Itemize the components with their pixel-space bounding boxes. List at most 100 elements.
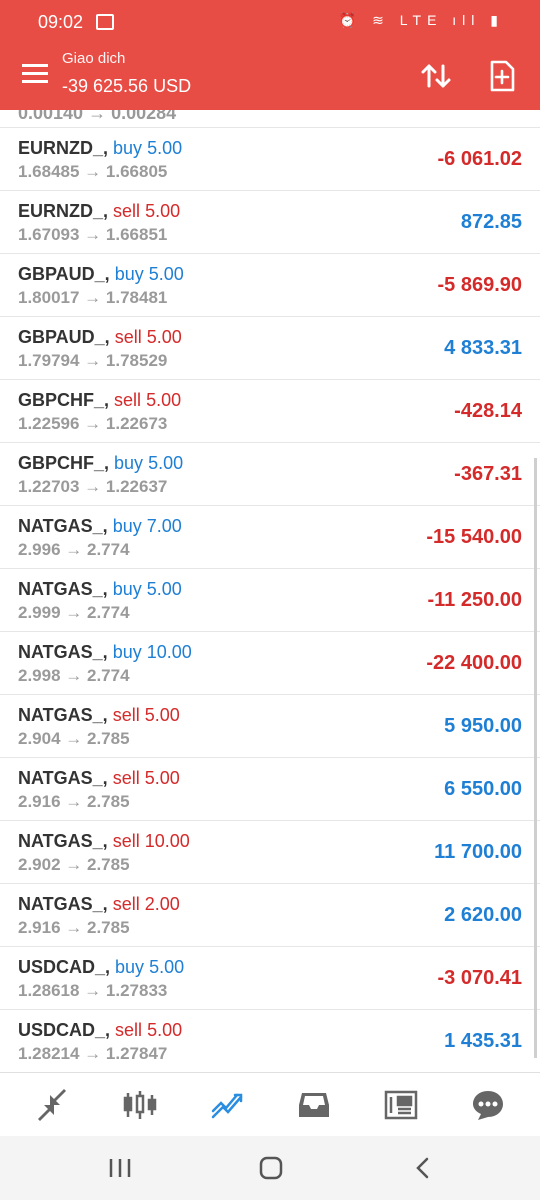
position-profit: -11 250.00 <box>427 589 522 611</box>
position-title: NATGAS_, sell 2.00 <box>18 894 180 915</box>
position-title: EURNZD_, sell 5.00 <box>18 201 180 222</box>
position-prices: 1.80017 → 1.78481 <box>18 288 168 307</box>
position-prices: 2.996 → 2.774 <box>18 540 130 559</box>
position-volume: 7.00 <box>146 516 182 536</box>
position-row[interactable]: NATGAS_, sell 10.00 2.902 → 2.785 11 700.0… <box>0 821 540 884</box>
position-prices: 2.902 → 2.785 <box>18 855 130 874</box>
positions-list[interactable]: 0.00140 → 0.00284 EURNZD_, buy 5.00 1.684… <box>0 110 540 1070</box>
position-side: sell <box>112 768 140 788</box>
position-title: NATGAS_, sell 5.00 <box>18 768 180 789</box>
position-profit: 872.85 <box>460 211 522 233</box>
position-profit: -428.14 <box>454 400 522 422</box>
position-title: NATGAS_, buy 5.00 <box>18 579 182 600</box>
back-icon[interactable] <box>410 1156 438 1180</box>
recent-apps-icon[interactable] <box>106 1156 134 1180</box>
position-row[interactable]: EURNZD_, sell 5.00 1.67093 → 1.66851 872.8… <box>0 191 540 254</box>
position-prices: 1.28618 → 1.27833 <box>18 981 168 1000</box>
bottom-nav <box>0 1072 540 1135</box>
home-icon[interactable] <box>257 1156 285 1180</box>
position-symbol: NATGAS_, <box>18 768 108 788</box>
position-row[interactable]: USDCAD_, sell 5.00 1.28214 → 1.27847 1 435… <box>0 1010 540 1070</box>
position-row[interactable]: GBPCHF_, sell 5.00 1.22596 → 1.22673 -428.… <box>0 380 540 443</box>
new-order-icon[interactable] <box>484 58 520 94</box>
position-side: sell <box>112 894 140 914</box>
position-volume: 5.00 <box>146 579 182 599</box>
status-icons: ⏰ ≋ LTE ıll ▮ <box>338 12 504 28</box>
position-row[interactable]: NATGAS_, buy 5.00 2.999 → 2.774 -11 250.00 <box>0 569 540 632</box>
position-volume: 5.00 <box>149 957 185 977</box>
balance-total: -39 625.56 USD <box>62 76 192 96</box>
position-symbol: GBPAUD_, <box>18 264 110 284</box>
position-prices: 1.22596 → 1.22673 <box>18 414 168 433</box>
position-side: sell <box>112 831 140 851</box>
position-volume: 5.00 <box>148 264 184 284</box>
position-row[interactable]: GBPAUD_, buy 5.00 1.80017 → 1.78481 -5 869… <box>0 254 540 317</box>
position-row[interactable]: EURNZD_, buy 5.00 1.68485 → 1.66805 -6 061… <box>0 128 540 191</box>
position-volume: 5.00 <box>144 705 180 725</box>
position-title: GBPAUD_, buy 5.00 <box>18 264 184 285</box>
position-row[interactable]: NATGAS_, buy 7.00 2.996 → 2.774 -15 540.00 <box>0 506 540 569</box>
position-profit: 1 435.31 <box>444 1030 522 1052</box>
scrollbar[interactable] <box>534 458 537 1058</box>
position-prices: 2.916 → 2.785 <box>18 792 130 811</box>
position-volume: 5.00 <box>148 453 184 473</box>
position-profit: 11 700.00 <box>434 841 522 863</box>
chat-icon[interactable] <box>470 1087 506 1123</box>
position-symbol: NATGAS_, <box>18 894 108 914</box>
position-symbol: NATGAS_, <box>18 579 108 599</box>
position-row[interactable]: NATGAS_, sell 5.00 2.916 → 2.785 6 550.00 <box>0 758 540 821</box>
position-row[interactable]: GBPAUD_, sell 5.00 1.79794 → 1.78529 4 833… <box>0 317 540 380</box>
position-side: buy <box>113 138 143 158</box>
position-side: buy <box>115 957 145 977</box>
position-volume: 2.00 <box>144 894 180 914</box>
position-title: NATGAS_, buy 10.00 <box>18 642 192 663</box>
position-volume: 5.00 <box>146 327 182 347</box>
position-symbol: GBPCHF_, <box>18 390 110 410</box>
position-volume: 5.00 <box>146 390 182 410</box>
arrows-icon[interactable] <box>34 1087 70 1123</box>
position-side: buy <box>112 579 142 599</box>
position-title: GBPCHF_, buy 5.00 <box>18 453 183 474</box>
position-prices: 1.68485 → 1.66805 <box>18 162 168 181</box>
page-title: Giao dich <box>62 50 126 67</box>
position-prices: 1.28214 → 1.27847 <box>18 1044 168 1063</box>
status-bar: 09:02 ⏰ ≋ LTE ıll ▮ <box>0 0 540 44</box>
position-row[interactable]: USDCAD_, buy 5.00 1.28618 → 1.27833 -3 070… <box>0 947 540 1010</box>
position-row[interactable]: NATGAS_, sell 2.00 2.916 → 2.785 2 620.00 <box>0 884 540 947</box>
position-row[interactable]: GBPCHF_, buy 5.00 1.22703 → 1.22637 -367.3… <box>0 443 540 506</box>
position-profit: -3 070.41 <box>437 967 522 989</box>
menu-icon[interactable] <box>22 64 48 84</box>
candlestick-icon[interactable] <box>122 1087 158 1123</box>
position-volume: 5.00 <box>147 1020 183 1040</box>
position-side: sell <box>114 390 142 410</box>
position-profit: -6 061.02 <box>437 148 522 170</box>
position-symbol: GBPAUD_, <box>18 327 110 347</box>
position-symbol: EURNZD_, <box>18 201 109 221</box>
position-volume: 10.00 <box>146 642 192 662</box>
position-profit: 6 550.00 <box>444 778 522 800</box>
position-title: EURNZD_, buy 5.00 <box>18 138 182 159</box>
position-volume: 5.00 <box>147 138 183 158</box>
position-symbol: USDCAD_, <box>18 1020 111 1040</box>
inbox-icon[interactable] <box>296 1087 332 1123</box>
position-symbol: NATGAS_, <box>18 516 108 536</box>
position-side: sell <box>112 705 140 725</box>
position-title: USDCAD_, sell 5.00 <box>18 1020 182 1041</box>
sort-icon[interactable] <box>418 58 454 94</box>
system-nav-bar <box>0 1136 540 1200</box>
trend-icon[interactable] <box>209 1087 245 1123</box>
position-profit: 5 950.00 <box>444 715 522 737</box>
gallery-icon <box>96 14 114 30</box>
position-symbol: EURNZD_, <box>18 138 109 158</box>
position-profit: -15 540.00 <box>426 526 522 548</box>
position-row[interactable]: NATGAS_, sell 5.00 2.904 → 2.785 5 950.00 <box>0 695 540 758</box>
position-row[interactable]: NATGAS_, buy 10.00 2.998 → 2.774 -22 400.0… <box>0 632 540 695</box>
position-volume: 10.00 <box>144 831 190 851</box>
position-prices: 1.22703 → 1.22637 <box>18 477 168 496</box>
position-side: sell <box>113 201 141 221</box>
position-prices: 1.67093 → 1.66851 <box>18 225 168 244</box>
position-prices: 2.916 → 2.785 <box>18 918 130 937</box>
position-side: sell <box>115 1020 143 1040</box>
partial-list-item: 0.00140 → 0.00284 <box>0 110 540 128</box>
newspaper-icon[interactable] <box>383 1087 419 1123</box>
